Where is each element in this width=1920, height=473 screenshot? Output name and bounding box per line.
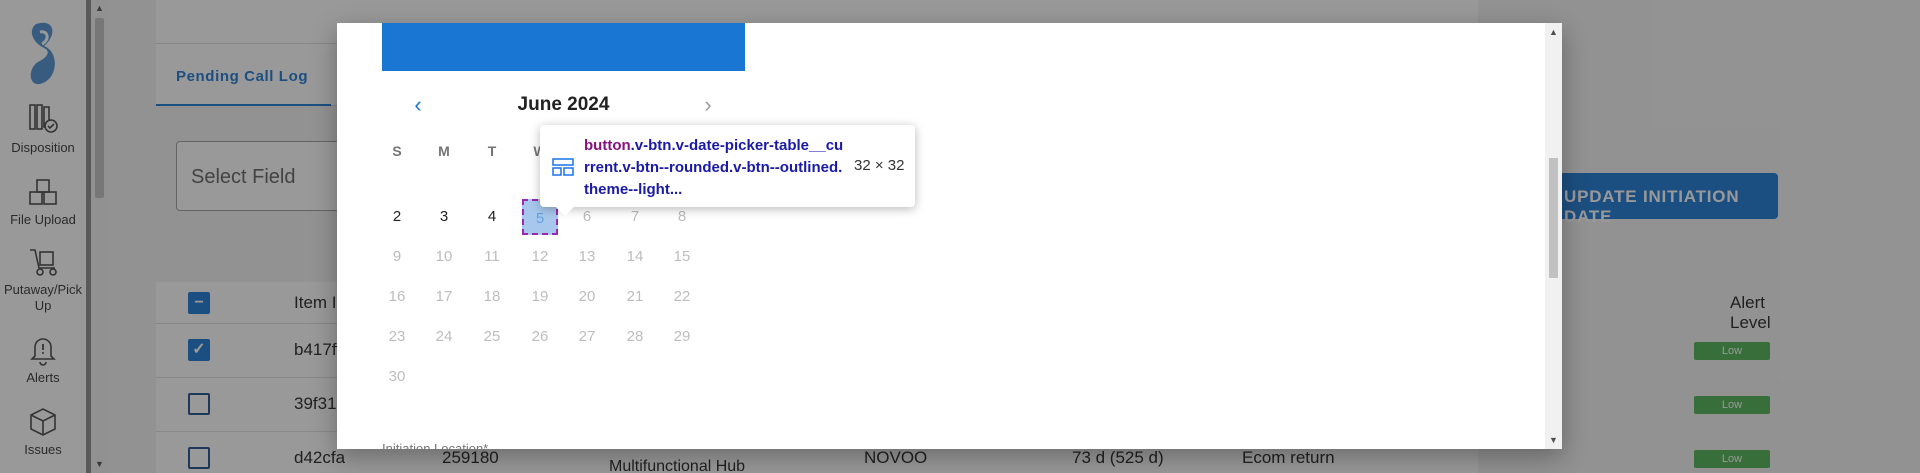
date-picker-header [382,23,745,71]
day-button[interactable]: 25 [474,319,510,355]
day-button[interactable]: 14 [617,239,653,275]
date-picker-dialog: ‹ June 2024 › SMTWTFS 234567891011121314… [337,23,1562,449]
day-button[interactable]: 10 [426,239,462,275]
day-button[interactable]: 23 [379,319,415,355]
day-button[interactable]: 9 [379,239,415,275]
day-button[interactable]: 29 [664,319,700,355]
day-button[interactable]: 11 [474,239,510,275]
day-button[interactable]: 19 [522,279,558,315]
next-month-icon[interactable]: › [693,90,723,120]
day-button[interactable]: 4 [474,199,510,235]
day-button[interactable]: 13 [569,239,605,275]
day-button[interactable]: 15 [664,239,700,275]
day-button[interactable]: 24 [426,319,462,355]
inspector-selector: button.v-btn.v-date-picker-table__curren… [584,135,846,201]
day-button[interactable]: 27 [569,319,605,355]
day-button[interactable]: 26 [522,319,558,355]
day-button[interactable]: 21 [617,279,653,315]
day-button[interactable]: 30 [379,359,415,395]
inspector-dimensions: 32 × 32 [854,157,905,174]
day-button[interactable]: 2 [379,199,415,235]
day-button[interactable]: 3 [426,199,462,235]
tooltip-pointer [556,207,574,216]
day-button[interactable]: 18 [474,279,510,315]
grid-layout-icon [552,158,574,176]
dialog-scrollbar[interactable]: ▲ ▼ [1545,23,1562,449]
inspector-tag: button [584,137,631,154]
initiation-location-label: Initiation Location* [382,441,489,449]
day-button[interactable]: 12 [522,239,558,275]
dialog-scroll-down-icon[interactable]: ▼ [1549,435,1558,445]
day-button[interactable]: 20 [569,279,605,315]
month-navigation: ‹ June 2024 › [382,88,745,124]
day-button[interactable]: 22 [664,279,700,315]
inspector-tooltip: button.v-btn.v-date-picker-table__curren… [540,125,915,216]
dialog-scroll-up-icon[interactable]: ▲ [1549,27,1558,37]
day-button[interactable]: 17 [426,279,462,315]
weekday-label: M [438,143,450,159]
weekday-label: S [392,143,402,159]
day-button[interactable]: 16 [379,279,415,315]
day-button[interactable]: 28 [617,319,653,355]
weekday-label: T [487,143,497,159]
dialog-scroll-thumb[interactable] [1549,158,1558,278]
month-title[interactable]: June 2024 [382,88,745,122]
